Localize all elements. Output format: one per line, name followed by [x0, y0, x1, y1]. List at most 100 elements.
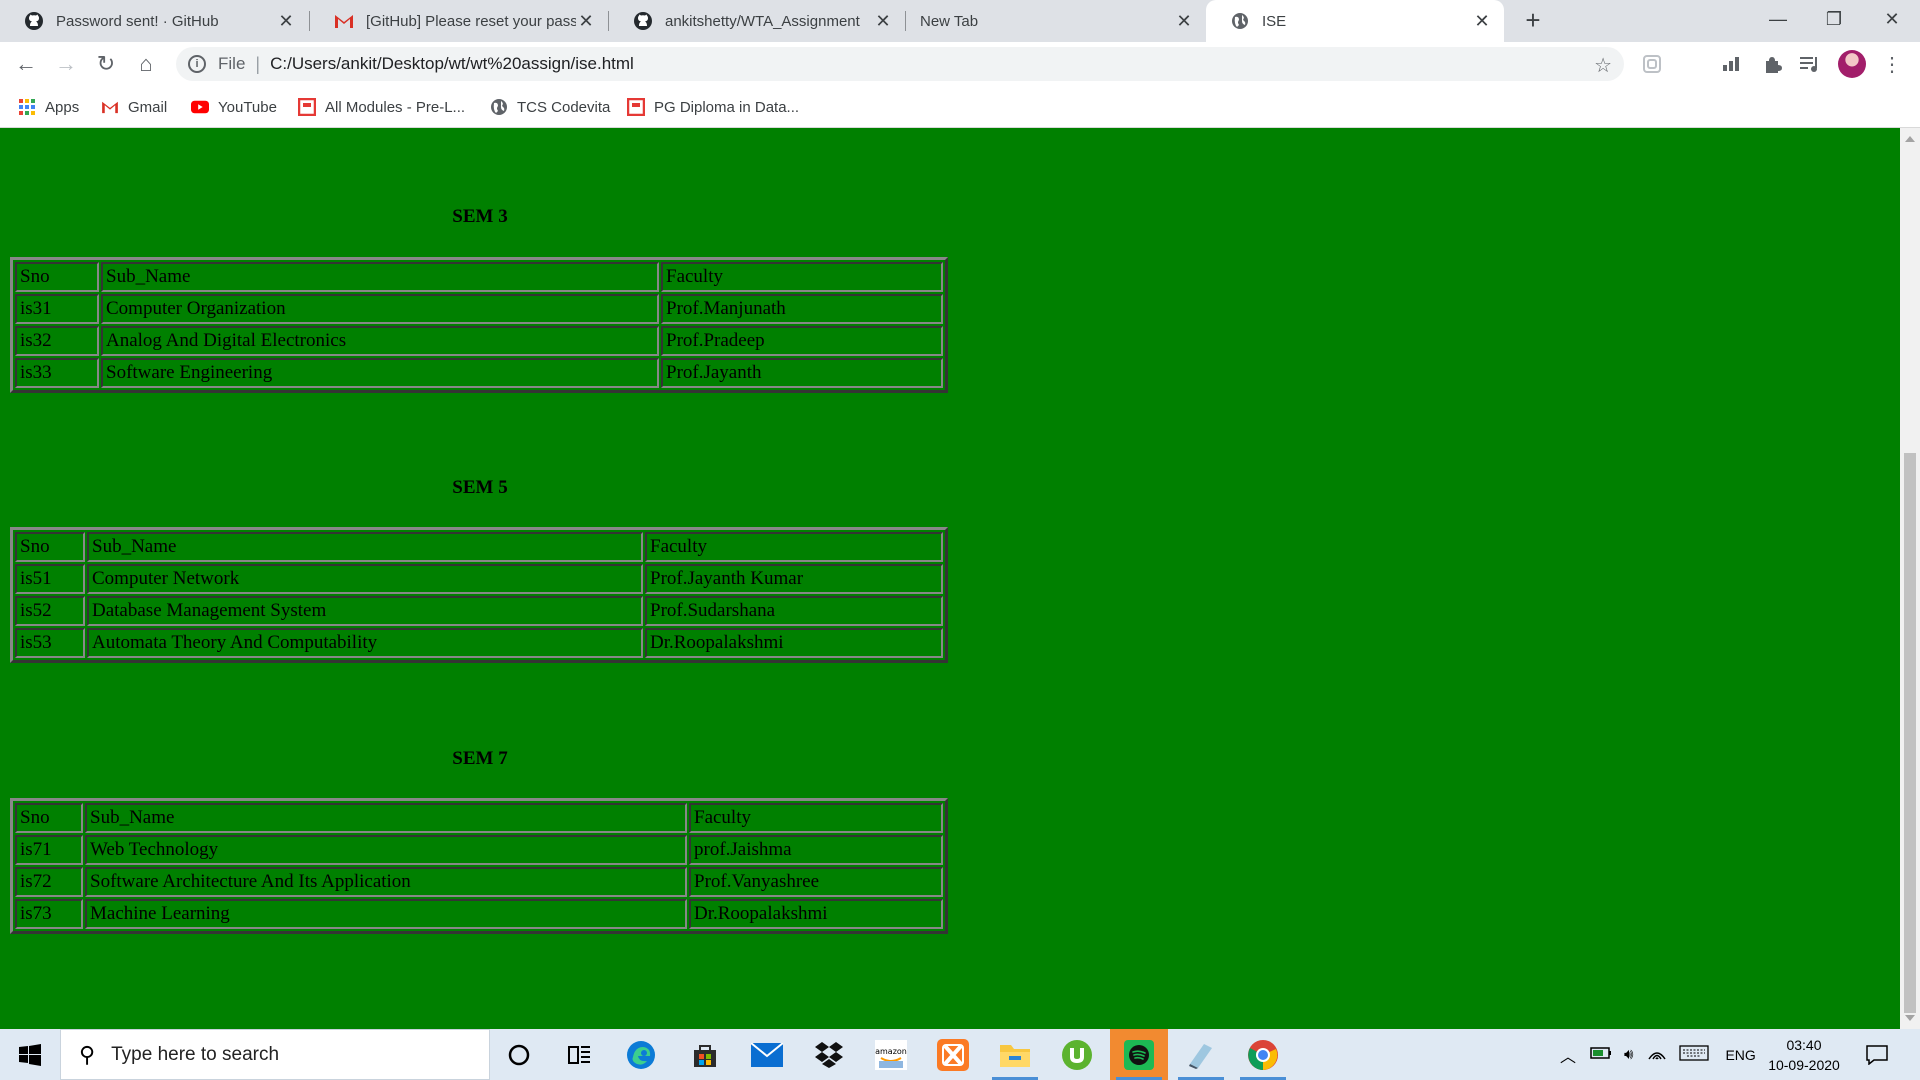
search-icon: ⚲	[79, 1041, 96, 1067]
store-icon[interactable]	[676, 1029, 734, 1080]
table-row: is71 Web Technology prof.Jaishma	[15, 835, 943, 865]
windows-logo-icon	[19, 1043, 41, 1066]
info-icon[interactable]: i	[188, 55, 206, 73]
tab-title: [GitHub] Please reset your passw	[366, 12, 576, 30]
chrome-icon[interactable]	[1234, 1029, 1292, 1080]
bookmark-pg-diploma[interactable]: PG Diploma in Data...	[627, 96, 799, 118]
back-arrow-icon[interactable]: ←	[12, 50, 40, 78]
browser-toolbar: ← → ↻ ⌂ i File | C:/Users/ankit/Desktop/…	[0, 42, 1920, 86]
task-view-icon[interactable]	[551, 1029, 609, 1080]
close-icon[interactable]: ✕	[1174, 11, 1194, 31]
subject-table: Sno Sub_Name Faculty is51 Computer Netwo…	[10, 527, 948, 663]
sno-cell: is33	[15, 358, 99, 388]
dropbox-icon[interactable]	[800, 1029, 858, 1080]
analytics-icon[interactable]	[1720, 52, 1744, 76]
bookmark-tcs-codevita[interactable]: TCS Codevita	[490, 96, 610, 118]
header-cell: Sub_Name	[85, 803, 687, 833]
forward-arrow-icon[interactable]: →	[52, 50, 80, 78]
subject-cell: Machine Learning	[85, 899, 687, 929]
kebab-menu-icon[interactable]: ⋮	[1880, 52, 1904, 76]
table-row: is51 Computer Network Prof.Jayanth Kumar	[15, 564, 943, 594]
table-row: is32 Analog And Digital Electronics Prof…	[15, 326, 943, 356]
bookmark-label: All Modules - Pre-L...	[325, 98, 466, 116]
bookmark-star-icon[interactable]: ☆	[1594, 53, 1612, 78]
media-control-icon[interactable]	[1798, 52, 1822, 76]
subject-cell: Automata Theory And Computability	[87, 628, 643, 658]
svg-text:amazon: amazon	[875, 1047, 907, 1056]
vertical-scrollbar[interactable]	[1900, 128, 1920, 1029]
subject-cell: Analog And Digital Electronics	[101, 326, 659, 356]
faculty-cell: prof.Jaishma	[689, 835, 943, 865]
close-icon[interactable]: ✕	[576, 11, 596, 31]
minimize-icon[interactable]: —	[1750, 0, 1806, 38]
tab-title: ISE	[1262, 12, 1287, 30]
subject-cell: Database Management System	[87, 596, 643, 626]
url-divider: |	[255, 53, 261, 74]
show-hidden-icons-icon[interactable]: ︿	[1560, 1043, 1576, 1067]
subject-cell: Software Engineering	[101, 358, 659, 388]
file-explorer-icon[interactable]	[986, 1029, 1044, 1080]
subject-cell: Computer Network	[87, 564, 643, 594]
header-cell: Sub_Name	[101, 262, 659, 292]
bookmark-label: Gmail	[128, 98, 168, 116]
profile-avatar[interactable]	[1838, 50, 1866, 78]
restore-icon[interactable]: ❐	[1806, 0, 1862, 38]
semester-title: SEM 3	[452, 206, 508, 227]
mail-icon[interactable]	[738, 1029, 796, 1080]
battery-icon[interactable]	[1590, 1046, 1612, 1064]
scroll-down-arrow-icon[interactable]	[1905, 1015, 1915, 1021]
header-cell: Faculty	[645, 532, 943, 562]
edge-icon[interactable]	[612, 1029, 670, 1080]
notification-center-icon[interactable]	[1866, 1029, 1888, 1080]
tab-new-tab[interactable]: New Tab ✕	[906, 0, 1206, 42]
scrollbar-thumb[interactable]	[1904, 453, 1916, 1013]
app-icon[interactable]	[1172, 1029, 1230, 1080]
subject-cell: Web Technology	[85, 835, 687, 865]
globe-icon	[1230, 11, 1250, 31]
xampp-icon[interactable]	[924, 1029, 982, 1080]
sno-cell: is31	[15, 294, 99, 324]
taskbar-search-box[interactable]: ⚲ Type here to search	[60, 1029, 490, 1080]
amazon-icon[interactable]: amazon	[862, 1029, 920, 1080]
puzzle-extensions-icon[interactable]	[1760, 52, 1784, 76]
cortana-icon[interactable]	[490, 1029, 548, 1080]
page-viewport: SEM 3 Sno Sub_Name Faculty is31 Computer…	[0, 128, 1900, 1029]
url-text[interactable]: C:/Users/ankit/Desktop/wt/wt%20assign/is…	[270, 54, 634, 74]
tab-wta-assignment[interactable]: ankitshetty/WTA_Assignment ✕	[609, 0, 905, 42]
spotify-icon[interactable]	[1110, 1029, 1168, 1080]
address-bar[interactable]: i File | C:/Users/ankit/Desktop/wt/wt%20…	[176, 47, 1624, 81]
tab-strip: Password sent! · GitHub ✕ [GitHub] Pleas…	[0, 0, 1920, 42]
utorrent-icon[interactable]	[1048, 1029, 1106, 1080]
tab-ise[interactable]: ISE ✕	[1206, 0, 1504, 42]
semester-title: SEM 5	[452, 477, 508, 498]
header-cell: Faculty	[689, 803, 943, 833]
reload-icon[interactable]: ↻	[92, 50, 120, 78]
volume-icon[interactable]: 🔊︎	[1624, 1046, 1633, 1063]
gmail-icon	[101, 98, 119, 116]
language-indicator[interactable]: ENG	[1725, 1047, 1755, 1063]
header-cell: Faculty	[661, 262, 943, 292]
scroll-up-arrow-icon[interactable]	[1905, 136, 1915, 142]
close-icon[interactable]: ✕	[276, 11, 296, 31]
start-button[interactable]	[0, 1029, 60, 1080]
bookmark-all-modules[interactable]: All Modules - Pre-L...	[298, 96, 465, 118]
close-icon[interactable]: ✕	[1472, 11, 1492, 31]
bookmark-youtube[interactable]: YouTube	[191, 96, 277, 118]
home-icon[interactable]: ⌂	[132, 50, 160, 78]
bookmark-label: YouTube	[218, 98, 277, 116]
new-tab-button[interactable]: +	[1520, 7, 1546, 34]
sno-cell: is73	[15, 899, 83, 929]
tab-github-password[interactable]: Password sent! · GitHub ✕	[0, 0, 308, 42]
keyboard-icon[interactable]	[1679, 1044, 1710, 1065]
bookmark-apps[interactable]: Apps	[18, 96, 79, 118]
close-icon[interactable]: ✕	[873, 11, 893, 31]
wifi-icon[interactable]	[1647, 1045, 1667, 1065]
clock[interactable]: 03:40 10-09-2020	[1764, 1035, 1844, 1075]
extension-icon[interactable]	[1640, 52, 1664, 76]
header-cell: Sno	[15, 262, 99, 292]
faculty-cell: Prof.Pradeep	[661, 326, 943, 356]
window-close-icon[interactable]: ✕	[1864, 0, 1920, 38]
table-row: is53 Automata Theory And Computability D…	[15, 628, 943, 658]
bookmark-gmail[interactable]: Gmail	[101, 96, 167, 118]
tab-gmail-reset[interactable]: [GitHub] Please reset your passw ✕	[310, 0, 608, 42]
